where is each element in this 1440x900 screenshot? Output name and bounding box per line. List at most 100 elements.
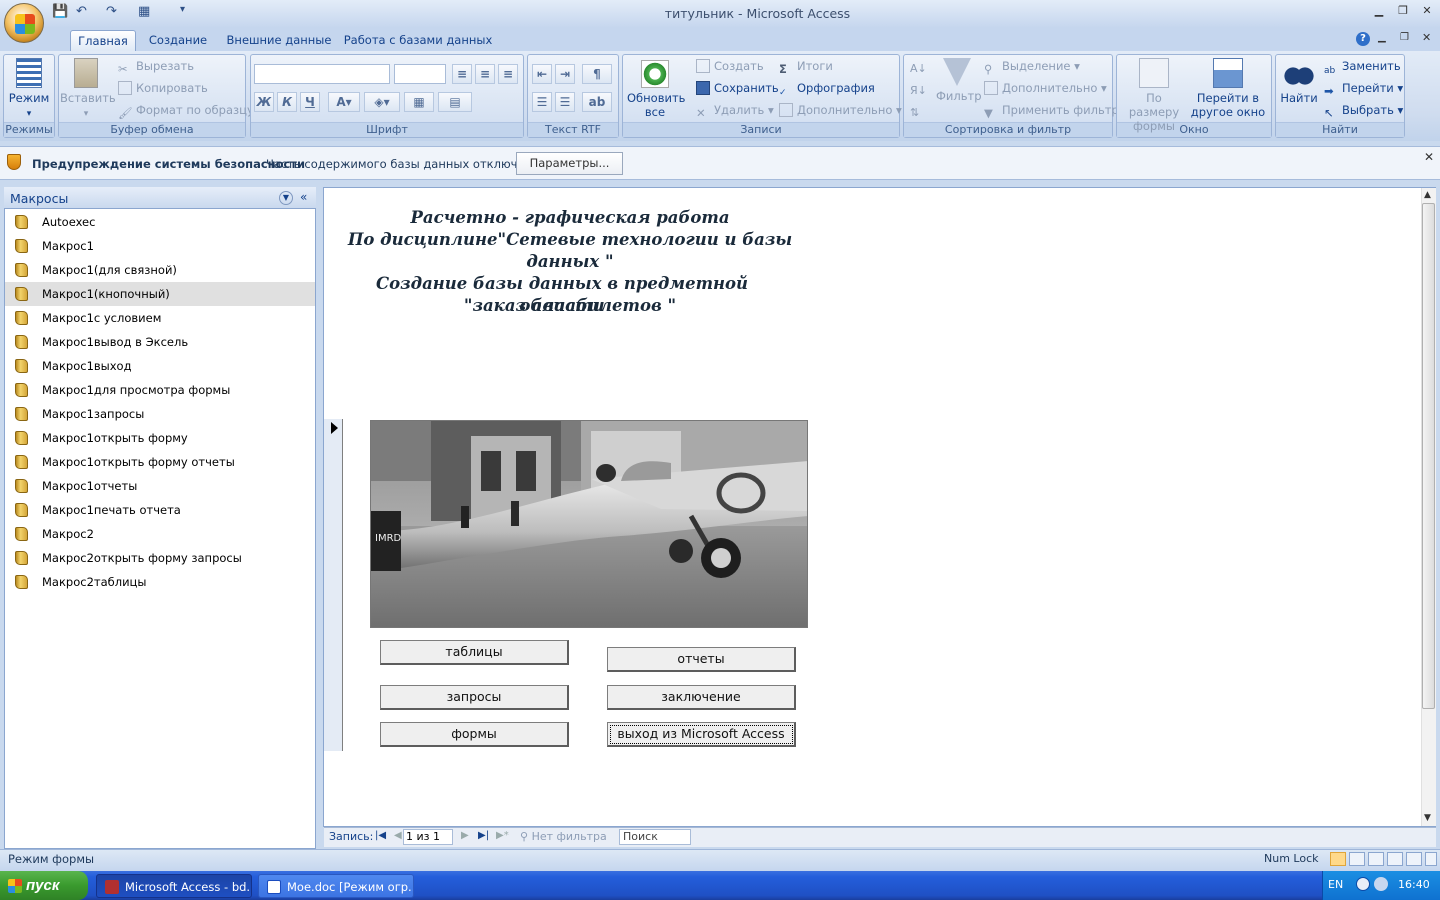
font-color-icon[interactable]: A▾ [328, 92, 360, 112]
close-button[interactable]: ✕ [1416, 4, 1438, 20]
nav-item-macro[interactable]: Autoexec [5, 210, 315, 234]
conclusion-button[interactable]: заключение [607, 685, 796, 710]
next-record-icon[interactable]: ▶ [461, 830, 469, 841]
tray-arrow-icon[interactable] [1356, 877, 1370, 891]
nav-item-macro[interactable]: Макрос1запросы [5, 402, 315, 426]
font-size-combo[interactable] [394, 64, 446, 84]
sort-buttons[interactable]: A↓ Я↓ ⇅ [910, 58, 927, 124]
selection-filter-button[interactable]: ⚲ Выделение ▾ [984, 57, 1080, 76]
align-center-icon[interactable]: ≡ [475, 64, 495, 84]
nav-item-macro[interactable]: Макрос1с условием [5, 306, 315, 330]
tray-app-icon[interactable] [1374, 877, 1388, 891]
first-record-icon[interactable]: |◀ [375, 830, 386, 841]
nav-item-macro[interactable]: Макрос1(кнопочный) [5, 282, 315, 306]
prev-record-icon[interactable]: ◀ [394, 830, 402, 841]
replace-button[interactable]: ab Заменить [1324, 57, 1401, 76]
align-right-icon[interactable]: ≡ [498, 64, 518, 84]
toggle-filter-button[interactable]: ▼ Применить фильтр [984, 101, 1119, 120]
start-button[interactable]: пуск [0, 871, 88, 900]
record-selector[interactable] [324, 419, 343, 751]
current-record-field[interactable]: 1 из 1 [403, 829, 453, 845]
exit-access-button[interactable]: выход из Microsoft Access [607, 722, 796, 747]
queries-button[interactable]: запросы [380, 685, 569, 710]
scroll-down-icon[interactable]: ▼ [1424, 813, 1431, 823]
pivot-chart-view-icon[interactable] [1387, 852, 1403, 866]
form-view-status-icon[interactable] [1330, 852, 1346, 866]
size-to-fit-button[interactable]: По размеру формы [1120, 58, 1188, 133]
tab-external-data[interactable]: Внешние данные [222, 30, 336, 51]
italic-button[interactable]: К [277, 92, 297, 112]
nav-item-macro[interactable]: Макрос1(для связной) [5, 258, 315, 282]
last-record-icon[interactable]: ▶| [478, 830, 489, 841]
nav-item-macro[interactable]: Макрос1отчеты [5, 474, 315, 498]
copy-button[interactable]: Копировать [118, 79, 208, 97]
gridlines-icon[interactable]: ▦ [404, 92, 434, 112]
bold-button[interactable]: Ж [254, 92, 274, 112]
filter-button[interactable]: Фильтр [936, 58, 982, 103]
search-input[interactable]: Поиск [619, 829, 691, 845]
paragraph-icon[interactable]: ¶ [582, 64, 612, 84]
alt-fill-icon[interactable]: ▤ [438, 92, 472, 112]
nav-item-macro[interactable]: Макрос1выход [5, 354, 315, 378]
office-button[interactable] [4, 3, 44, 43]
tab-database-tools[interactable]: Работа с базами данных [342, 30, 494, 51]
nav-item-macro[interactable]: Макрос1 [5, 234, 315, 258]
bullets-icon[interactable]: ☰ [555, 92, 575, 112]
taskbar-item-access[interactable]: Microsoft Access - bd... [96, 874, 252, 898]
sort-desc-icon[interactable]: Я↓ [910, 84, 927, 97]
highlight-icon[interactable]: ab [582, 92, 612, 112]
nav-item-macro[interactable]: Макрос1печать отчета [5, 498, 315, 522]
doc-minimize-button[interactable]: ▁ [1378, 32, 1386, 43]
language-indicator[interactable]: EN [1328, 878, 1343, 891]
decrease-indent-icon[interactable]: ⇤ [532, 64, 552, 84]
sort-asc-icon[interactable]: A↓ [910, 62, 927, 75]
delete-record-button[interactable]: ✕ Удалить ▾ [696, 101, 774, 120]
nav-item-macro[interactable]: Макрос2 [5, 522, 315, 546]
underline-button[interactable]: Ч [300, 92, 320, 112]
view-button[interactable]: Режим ▾ [6, 58, 52, 119]
taskbar-item-word[interactable]: Мое.doc [Режим огр... [258, 874, 414, 898]
refresh-all-button[interactable]: Обновить все [624, 60, 686, 119]
minimize-button[interactable]: ▁ [1368, 4, 1390, 20]
save-record-button[interactable]: Сохранить [696, 79, 779, 97]
find-button[interactable]: Найти [1278, 58, 1320, 105]
datasheet-view-status-icon[interactable] [1349, 852, 1365, 866]
doc-restore-button[interactable]: ❐ [1400, 32, 1409, 43]
reports-button[interactable]: отчеты [607, 647, 796, 672]
clear-sort-icon[interactable]: ⇅ [910, 106, 919, 119]
nav-item-macro[interactable]: Макрос1вывод в Эксель [5, 330, 315, 354]
close-security-bar-icon[interactable]: ✕ [1424, 150, 1434, 164]
nav-item-macro[interactable]: Макрос1открыть форму отчеты [5, 450, 315, 474]
increase-indent-icon[interactable]: ⇥ [555, 64, 575, 84]
tab-home[interactable]: Главная [70, 30, 136, 51]
doc-close-button[interactable]: ✕ [1422, 31, 1431, 44]
select-button[interactable]: ↖ Выбрать ▾ [1324, 101, 1403, 120]
totals-button[interactable]: Σ Итоги [779, 57, 833, 76]
paste-button[interactable]: Вставить ▾ [60, 58, 116, 119]
help-icon[interactable]: ? [1356, 32, 1370, 46]
font-name-combo[interactable] [254, 64, 390, 84]
align-left-icon[interactable]: ≡ [452, 64, 472, 84]
design-view-icon[interactable] [1425, 852, 1437, 866]
spelling-button[interactable]: ✓ Орфография [779, 79, 875, 98]
nav-item-macro[interactable]: Макрос2таблицы [5, 570, 315, 594]
scroll-thumb[interactable] [1422, 203, 1435, 709]
nav-item-macro[interactable]: Макрос2открыть форму запросы [5, 546, 315, 570]
no-filter-indicator[interactable]: ⚲ Нет фильтра [520, 830, 607, 843]
new-record-nav-icon[interactable]: ▶* [496, 830, 509, 841]
nav-item-macro[interactable]: Макрос1открыть форму [5, 426, 315, 450]
pivot-table-view-icon[interactable] [1368, 852, 1384, 866]
fill-color-icon[interactable]: ◈▾ [364, 92, 400, 112]
more-records-button[interactable]: Дополнительно ▾ [779, 101, 902, 119]
shutter-bar-close-icon[interactable]: « [300, 190, 307, 204]
scroll-up-icon[interactable]: ▲ [1424, 190, 1431, 200]
goto-button[interactable]: ➡ Перейти ▾ [1324, 79, 1403, 98]
maximize-button[interactable]: ❐ [1392, 4, 1414, 20]
advanced-filter-button[interactable]: Дополнительно ▾ [984, 79, 1107, 97]
numbering-icon[interactable]: ☰ [532, 92, 552, 112]
nav-item-macro[interactable]: Макрос1для просмотра формы [5, 378, 315, 402]
format-painter-button[interactable]: 🖌 Формат по образцу [118, 101, 254, 120]
nav-menu-dropdown-icon[interactable]: ▼ [279, 191, 293, 205]
tables-button[interactable]: таблицы [380, 640, 569, 665]
security-options-button[interactable]: Параметры... [516, 152, 623, 175]
